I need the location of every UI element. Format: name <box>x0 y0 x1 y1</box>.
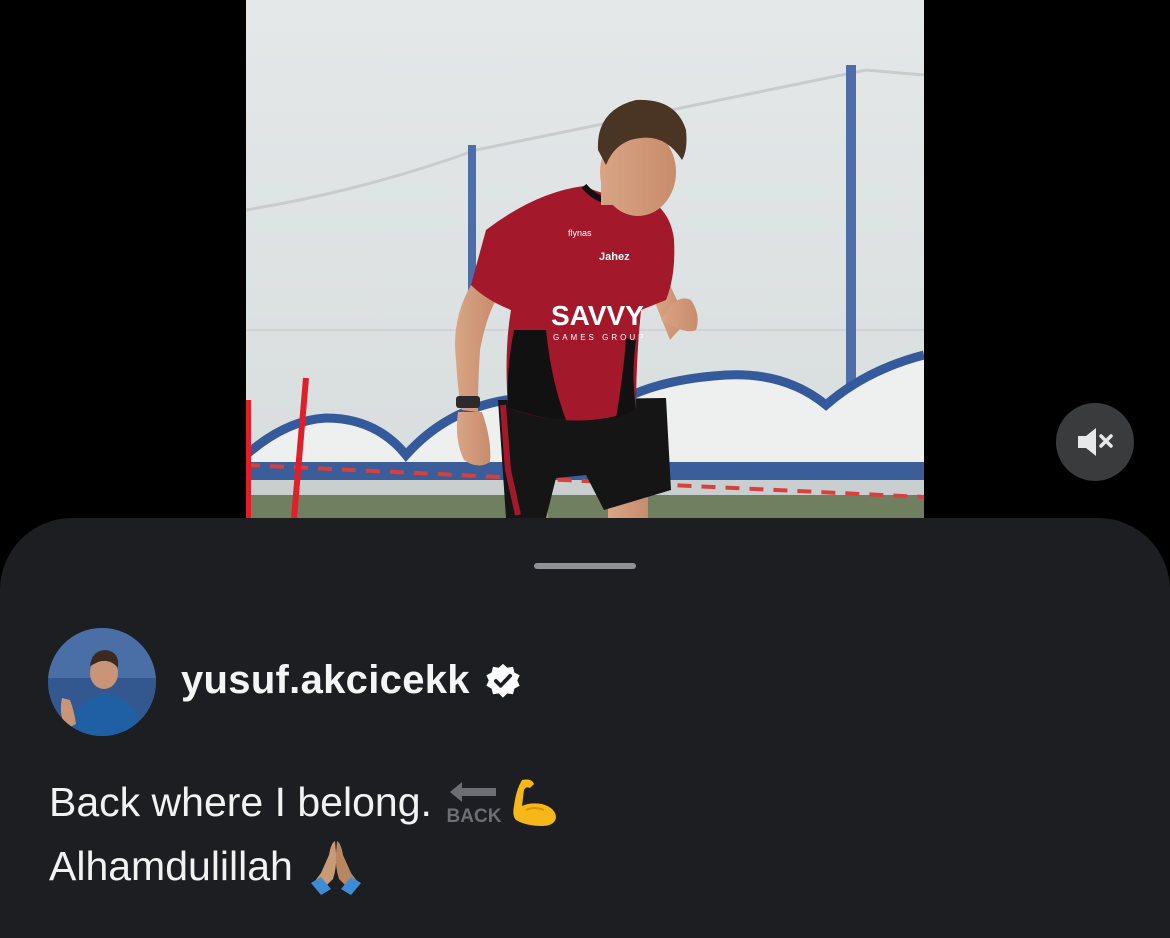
caption-line-2: Alhamdulillah <box>49 834 560 898</box>
folded-hands-emoji <box>310 841 361 895</box>
post-caption: Back where I belong. BACK Alhamdulillah <box>49 770 560 898</box>
post-media-video[interactable]: SAVVY GAMES GROUP flynas Jahez <box>246 0 924 518</box>
flexed-biceps-emoji <box>513 779 556 826</box>
jersey-main-sponsor: SAVVY <box>551 300 644 331</box>
caption-text-1: Back where I belong. <box>49 779 432 825</box>
jersey-chest-text: Jahez <box>599 251 630 263</box>
speaker-muted-icon <box>1078 428 1113 456</box>
mute-toggle-button[interactable] <box>1056 403 1134 481</box>
training-photo: SAVVY GAMES GROUP flynas Jahez <box>246 0 924 518</box>
avatar[interactable] <box>48 628 156 736</box>
verified-badge-icon <box>486 663 520 698</box>
jersey-top-sponsor: flynas <box>568 228 592 238</box>
back-emoji-label: BACK <box>446 806 501 826</box>
jersey-sub-sponsor: GAMES GROUP <box>553 333 646 342</box>
sheet-drag-handle[interactable] <box>534 563 636 569</box>
back-arrow-emoji: BACK <box>446 782 502 826</box>
caption-text-2: Alhamdulillah <box>49 843 293 889</box>
caption-sheet: yusuf.akcicekk Back where I belong. BACK… <box>0 518 1170 938</box>
avatar-image <box>48 628 156 736</box>
username[interactable]: yusuf.akcicekk <box>181 658 470 703</box>
caption-line-1: Back where I belong. BACK <box>49 770 560 834</box>
